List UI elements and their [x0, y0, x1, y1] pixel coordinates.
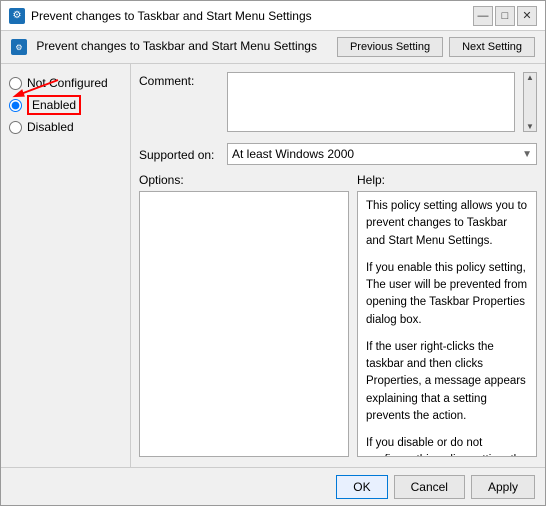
left-panel: Not Configured Enabled [1, 64, 131, 467]
scroll-down-arrow: ▼ [526, 122, 534, 131]
header-title: Prevent changes to Taskbar and Start Men… [36, 39, 317, 53]
help-text-1: This policy setting allows you to preven… [366, 198, 528, 250]
window-controls: — □ ✕ [473, 6, 537, 26]
enabled-label: Enabled [27, 98, 81, 112]
header-bar: ⚙ Prevent changes to Taskbar and Start M… [1, 31, 545, 64]
help-text-4: If you disable or do not configure this … [366, 435, 528, 457]
minimize-button[interactable]: — [473, 6, 493, 26]
main-window: ⚙ Prevent changes to Taskbar and Start M… [0, 0, 546, 506]
enabled-option[interactable]: Enabled [9, 98, 122, 112]
cancel-button[interactable]: Cancel [394, 475, 465, 499]
options-help-section: Options: Help: This policy setting allow… [139, 173, 537, 459]
not-configured-label: Not Configured [27, 76, 108, 90]
options-label: Options: [139, 173, 349, 187]
not-configured-radio[interactable] [9, 77, 22, 90]
not-configured-option[interactable]: Not Configured [9, 76, 122, 90]
supported-dropdown[interactable]: At least Windows 2000 ▼ [227, 143, 537, 165]
next-setting-button[interactable]: Next Setting [449, 37, 535, 57]
comment-wrapper [227, 72, 515, 135]
help-label: Help: [357, 173, 537, 187]
main-content: Not Configured Enabled [1, 64, 545, 467]
scroll-up-arrow: ▲ [526, 73, 534, 82]
disabled-radio[interactable] [9, 121, 22, 134]
previous-setting-button[interactable]: Previous Setting [337, 37, 443, 57]
header-icon: ⚙ [11, 39, 27, 55]
enabled-label-text: Enabled [27, 95, 81, 115]
help-text-3: If the user right-clicks the taskbar and… [366, 339, 528, 425]
window-icon: ⚙ [9, 8, 25, 24]
close-button[interactable]: ✕ [517, 6, 537, 26]
header-nav-buttons: Previous Setting Next Setting [337, 37, 535, 57]
help-text-2: If you enable this policy setting, The u… [366, 260, 528, 329]
options-box: Options: [139, 173, 349, 459]
footer: OK Cancel Apply [1, 467, 545, 505]
title-bar-left: ⚙ Prevent changes to Taskbar and Start M… [9, 8, 312, 24]
title-bar: ⚙ Prevent changes to Taskbar and Start M… [1, 1, 545, 31]
dropdown-arrow-icon: ▼ [522, 149, 532, 160]
ok-button[interactable]: OK [336, 475, 387, 499]
options-area [139, 191, 349, 457]
comment-textarea[interactable] [227, 72, 515, 132]
supported-value: At least Windows 2000 [232, 147, 354, 161]
window-title: Prevent changes to Taskbar and Start Men… [31, 9, 312, 23]
maximize-button[interactable]: □ [495, 6, 515, 26]
disabled-option[interactable]: Disabled [9, 120, 122, 134]
help-box: Help: This policy setting allows you to … [357, 173, 537, 459]
disabled-label: Disabled [27, 120, 74, 134]
radio-group: Not Configured Enabled [9, 76, 122, 134]
supported-label: Supported on: [139, 146, 219, 162]
comment-label: Comment: [139, 72, 219, 88]
header-title-area: ⚙ Prevent changes to Taskbar and Start M… [11, 39, 317, 55]
comment-scrollbar[interactable]: ▲ ▼ [523, 72, 537, 132]
supported-section: Supported on: At least Windows 2000 ▼ [139, 143, 537, 165]
apply-button[interactable]: Apply [471, 475, 535, 499]
enabled-radio[interactable] [9, 99, 22, 112]
help-area: This policy setting allows you to preven… [357, 191, 537, 457]
comment-section: Comment: ▲ ▼ [139, 72, 537, 135]
right-panel: Comment: ▲ ▼ Supported on: At least Wind… [131, 64, 545, 467]
